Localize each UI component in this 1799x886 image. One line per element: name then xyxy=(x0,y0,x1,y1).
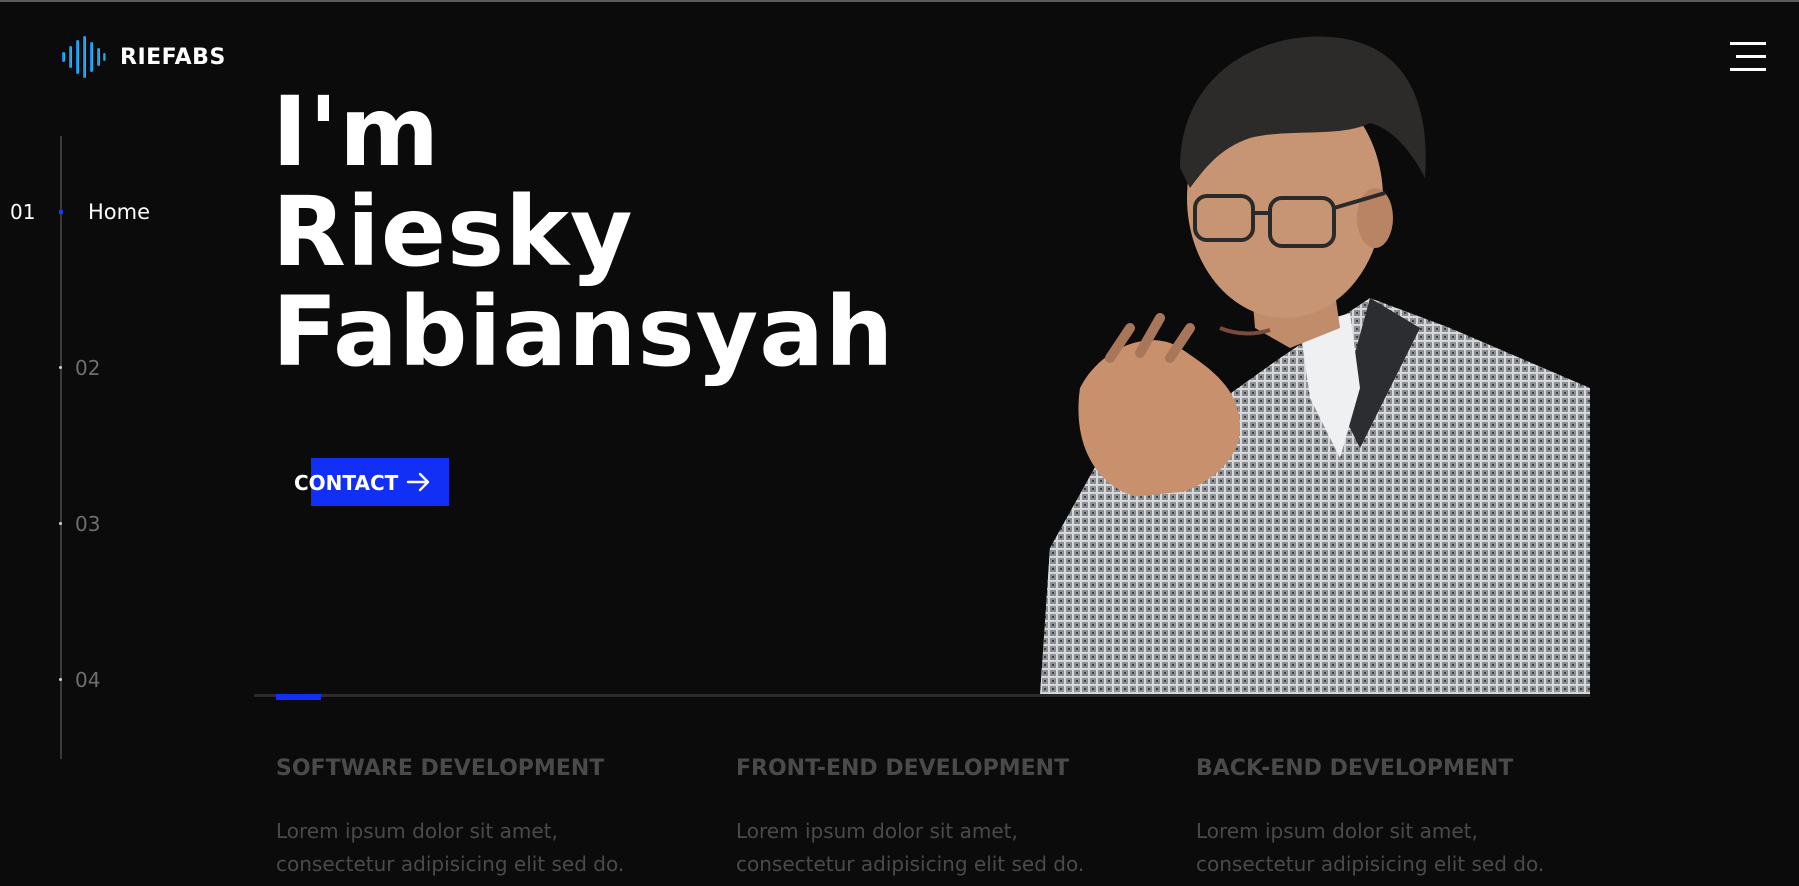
service-description-line: Lorem ipsum dolor sit amet, xyxy=(276,819,558,843)
service-description-line: consectetur adipisicing elit sed do. xyxy=(736,852,1085,876)
progress-fill xyxy=(276,694,321,700)
nav-item-number: 04 xyxy=(75,668,101,692)
nav-item-label: Home xyxy=(88,200,151,224)
service-card-software: SOFTWARE DEVELOPMENT Lorem ipsum dolor s… xyxy=(276,756,696,881)
nav-item-number: 02 xyxy=(75,356,101,380)
service-title: FRONT-END DEVELOPMENT xyxy=(736,756,1070,781)
page: RIEFABS 01 Home 02 03 04 I'm Riesky Fabi… xyxy=(0,0,1799,886)
hero-title-line: Fabiansyah xyxy=(272,276,895,388)
service-description: Lorem ipsum dolor sit amet, consectetur … xyxy=(736,815,1156,881)
top-border xyxy=(0,0,1799,2)
portrait-photo xyxy=(1040,36,1590,696)
service-description-line: Lorem ipsum dolor sit amet, xyxy=(736,819,1018,843)
nav-dot xyxy=(59,366,62,369)
service-description-line: Lorem ipsum dolor sit amet, xyxy=(1196,819,1478,843)
nav-active-marker xyxy=(59,210,63,214)
nav-dot xyxy=(59,522,62,525)
service-title: BACK-END DEVELOPMENT xyxy=(1196,756,1514,781)
nav-timeline-line xyxy=(60,136,62,759)
hamburger-menu-icon[interactable] xyxy=(1730,42,1768,72)
brand-logo[interactable]: RIEFABS xyxy=(60,34,226,80)
nav-item-number: 01 xyxy=(10,200,36,224)
soundwave-logo-icon xyxy=(62,36,106,78)
hero-title-line: I'm xyxy=(272,76,441,188)
hero-title-line: Riesky xyxy=(272,176,634,288)
progress-track xyxy=(254,694,1590,697)
service-description: Lorem ipsum dolor sit amet, consectetur … xyxy=(276,815,696,881)
service-description: Lorem ipsum dolor sit amet, consectetur … xyxy=(1196,815,1616,881)
nav-dot xyxy=(59,678,62,681)
arrow-right-icon xyxy=(406,472,430,492)
service-title: SOFTWARE DEVELOPMENT xyxy=(276,756,605,781)
service-card-backend: BACK-END DEVELOPMENT Lorem ipsum dolor s… xyxy=(1196,756,1616,881)
contact-button-label: CONTACT xyxy=(294,471,399,495)
hero-title: I'm Riesky Fabiansyah xyxy=(272,82,894,382)
nav-item-number: 03 xyxy=(75,512,101,536)
service-description-line: consectetur adipisicing elit sed do. xyxy=(276,852,625,876)
service-card-frontend: FRONT-END DEVELOPMENT Lorem ipsum dolor … xyxy=(736,756,1156,881)
brand-name: RIEFABS xyxy=(120,44,226,70)
service-description-line: consectetur adipisicing elit sed do. xyxy=(1196,852,1545,876)
